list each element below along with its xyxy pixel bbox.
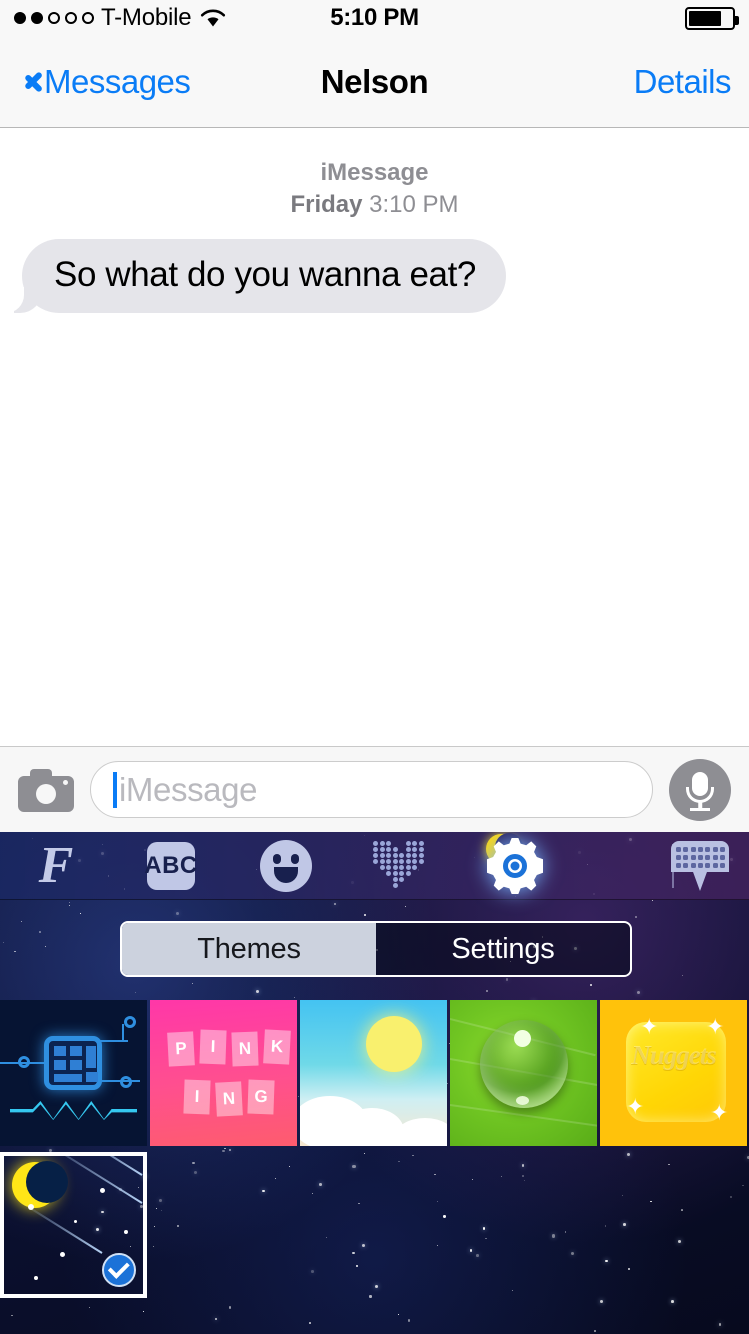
message-input-field[interactable]: iMessage	[90, 761, 653, 818]
battery-icon	[685, 6, 739, 30]
details-button[interactable]: Details	[634, 63, 732, 101]
timestamp-day: Friday	[290, 191, 363, 219]
status-time: 5:10 PM	[330, 4, 419, 31]
theme-row	[0, 1152, 749, 1298]
theme-thumbnail-night-sky[interactable]	[0, 1152, 147, 1298]
timestamp-time: 3:10 PM	[369, 191, 459, 219]
keyboard-icon[interactable]	[657, 832, 743, 900]
message-input-bar: iMessage	[0, 746, 749, 832]
conversation-area[interactable]: iMessage Friday 3:10 PM So what do you w…	[0, 129, 749, 746]
navigation-bar: Messages Nelson Details	[0, 36, 749, 128]
message-input-placeholder: iMessage	[119, 770, 258, 808]
back-to-messages-button[interactable]: Messages	[18, 62, 191, 101]
themes-settings-segmented-control: Themes Settings	[120, 921, 632, 977]
abc-icon-glyph: ABC	[144, 842, 197, 890]
dot-art-icon[interactable]	[357, 832, 443, 900]
pink-tile-g: G	[247, 1079, 275, 1115]
theme-thumbnail-sky[interactable]	[300, 1000, 447, 1146]
status-right-group	[685, 6, 739, 30]
message-timestamp-header: iMessage Friday 3:10 PM	[0, 157, 749, 221]
theme-row: P I N K I N G Nuggets ✦ ✦ ✦ ✦	[0, 1000, 749, 1146]
pink-tile-n: N	[231, 1031, 259, 1067]
pink-tile-i2: I	[183, 1079, 211, 1115]
status-bar: T-Mobile 5:10 PM	[0, 0, 749, 36]
gear-icon[interactable]	[472, 832, 558, 900]
messages-screen: T-Mobile 5:10 PM Messages Nelson Details…	[0, 0, 749, 1334]
pink-tile-k: K	[263, 1029, 291, 1065]
pink-tile-i: I	[199, 1029, 227, 1065]
message-bubble-incoming[interactable]: So what do you wanna eat?	[2, 239, 506, 314]
keyboard-toolbar: F ABC	[0, 832, 749, 900]
check-circle-icon	[102, 1253, 136, 1287]
theme-thumbnail-circuit[interactable]	[0, 1000, 147, 1146]
theme-thumbnail-pinking[interactable]: P I N K I N G	[150, 1000, 297, 1146]
chevron-left-icon	[18, 65, 38, 99]
theme-thumbnail-leaf-droplet[interactable]	[450, 1000, 597, 1146]
custom-keyboard-panel: F ABC Themes Settings P I N K I N G Nugg…	[0, 832, 749, 1334]
message-row: So what do you wanna eat?	[0, 221, 749, 314]
pink-tile-p: P	[167, 1031, 195, 1067]
abc-icon[interactable]: ABC	[128, 832, 214, 900]
camera-icon[interactable]	[18, 768, 74, 812]
text-cursor	[113, 771, 117, 808]
back-button-label: Messages	[44, 62, 191, 100]
nuggets-wordmark: Nuggets	[631, 1040, 717, 1070]
crescent-moon-icon	[12, 1161, 68, 1208]
emoji-icon[interactable]	[243, 832, 329, 900]
microphone-icon[interactable]	[669, 758, 731, 821]
fonts-icon[interactable]: F	[13, 832, 99, 900]
tab-settings[interactable]: Settings	[376, 923, 630, 975]
fonts-icon-glyph: F	[38, 837, 74, 894]
service-label: iMessage	[320, 159, 429, 186]
pink-tile-n2: N	[215, 1081, 243, 1117]
theme-thumbnail-nuggets[interactable]: Nuggets ✦ ✦ ✦ ✦	[600, 1000, 747, 1146]
theme-grid: P I N K I N G Nuggets ✦ ✦ ✦ ✦	[0, 1000, 749, 1304]
timestamp-label: Friday 3:10 PM	[0, 189, 749, 221]
tab-themes[interactable]: Themes	[122, 923, 376, 975]
